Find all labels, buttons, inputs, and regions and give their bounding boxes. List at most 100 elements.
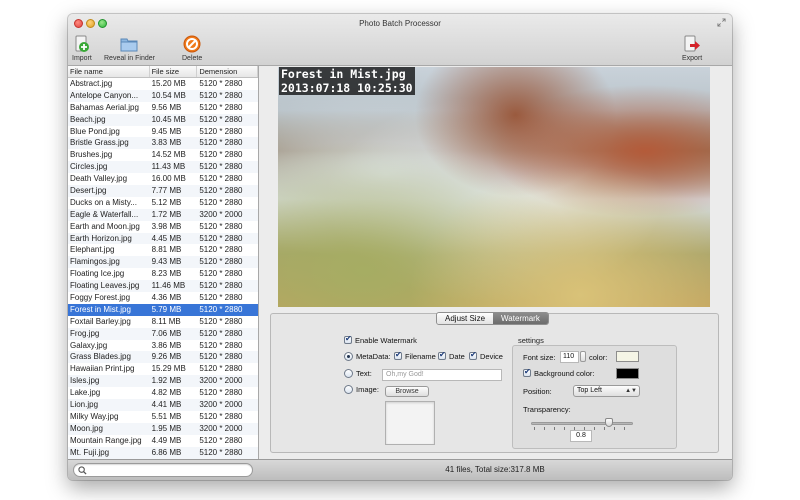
column-header-file-name[interactable]: File name [68,66,150,77]
position-popup[interactable]: Top Left ▲▼ [573,385,640,397]
position-label: Position: [523,387,552,396]
import-button[interactable]: Import [72,35,92,62]
table-row[interactable]: Death Valley.jpg 16.00 MB 5120 * 2880 [68,173,258,185]
dimension-cell: 5120 * 2880 [199,352,243,362]
slider-tick [564,427,565,430]
dimension-cell: 5120 * 2880 [199,138,243,148]
bottom-bar: 41 files, Total size:317.8 MB [68,459,732,480]
table-row[interactable]: Earth Horizon.jpg 4.45 MB 5120 * 2880 [68,232,258,245]
background-color-checkbox[interactable] [523,367,531,377]
table-row-selected[interactable]: Forest in Mist.jpg 5.79 MB 5120 * 2880 [68,303,258,316]
file-size-cell: 1.92 MB [151,376,182,386]
table-row[interactable]: Foggy Forest.jpg 4.36 MB 5120 * 2880 [68,292,258,304]
table-row[interactable]: Floating Ice.jpg 8.23 MB 5120 * 2880 [68,268,258,280]
delete-button[interactable]: Delete [182,35,202,62]
table-row[interactable]: Eagle & Waterfall... 1.72 MB 3200 * 2000 [68,208,258,221]
font-size-stepper[interactable] [580,351,586,362]
table-row[interactable]: Flamingos.jpg 9.43 MB 5120 * 2880 [68,256,258,269]
table-row[interactable]: Bristle Grass.jpg 3.83 MB 5120 * 2880 [68,137,258,150]
status-summary: 41 files, Total size:317.8 MB [445,465,545,474]
table-row[interactable]: Isles.jpg 1.92 MB 3200 * 2000 [68,375,258,388]
file-size-cell: 9.43 MB [151,257,182,267]
table-row[interactable]: Blue Pond.jpg 9.45 MB 5120 * 2880 [68,126,258,138]
date-checkbox[interactable] [438,350,446,360]
column-header-file-size[interactable]: File size [150,66,198,77]
table-row[interactable]: Ducks on a Misty... 5.12 MB 5120 * 2880 [68,197,258,209]
column-header-dimension[interactable]: Demension [197,66,258,77]
background-color-well[interactable] [616,368,639,379]
dimension-cell: 5120 * 2880 [199,186,243,196]
dimension-cell: 5120 * 2880 [199,114,243,124]
overlay-filename: Forest in Mist.jpg [281,67,406,81]
file-list: File name File size Demension Abstract.j… [68,66,259,459]
transparency-value[interactable]: 0.8 [570,430,592,442]
file-name-cell: Beach.jpg [70,114,106,124]
file-name-cell: Foxtail Barley.jpg [70,316,131,326]
filename-checkbox[interactable] [394,350,402,360]
dimension-cell: 5120 * 2880 [199,304,243,314]
table-row[interactable]: Foxtail Barley.jpg 8.11 MB 5120 * 2880 [68,316,258,328]
file-name-cell: Earth Horizon.jpg [70,233,132,243]
file-name-cell: Ducks on a Misty... [70,197,137,207]
file-name-cell: Earth and Moon.jpg [70,221,140,231]
transparency-slider-track[interactable] [531,422,633,425]
table-row[interactable]: Floating Leaves.jpg 11.46 MB 5120 * 2880 [68,280,258,293]
search-field[interactable] [73,463,253,477]
window-title: Photo Batch Processor [359,19,441,28]
table-row[interactable]: Mt. Fuji.jpg 6.86 MB 5120 * 2880 [68,446,258,459]
table-row[interactable]: Milky Way.jpg 5.51 MB 5120 * 2880 [68,411,258,423]
table-row[interactable]: Antelope Canyon... 10.54 MB 5120 * 2880 [68,89,258,102]
watermark-text-input[interactable]: Oh,my God! [382,369,502,381]
table-row[interactable]: Circles.jpg 11.43 MB 5120 * 2880 [68,161,258,174]
dimension-cell: 5120 * 2880 [199,293,243,303]
text-label: Text: [356,369,372,378]
file-name-cell: Bahamas Aerial.jpg [70,102,139,112]
image-well[interactable] [385,401,435,445]
text-radio[interactable] [344,369,353,378]
table-row[interactable]: Lake.jpg 4.82 MB 5120 * 2880 [68,387,258,399]
table-row[interactable]: Grass Blades.jpg 9.26 MB 5120 * 2880 [68,351,258,364]
enable-watermark-checkbox[interactable] [344,334,352,344]
table-row[interactable]: Moon.jpg 1.95 MB 3200 * 2000 [68,422,258,435]
reveal-in-finder-button[interactable]: Reveal in Finder [104,35,155,62]
font-color-well[interactable] [616,351,639,362]
dimension-cell: 5120 * 2880 [199,126,243,136]
file-name-cell: Grass Blades.jpg [70,352,131,362]
table-row[interactable]: Bahamas Aerial.jpg 9.56 MB 5120 * 2880 [68,102,258,114]
file-size-cell: 9.56 MB [151,102,182,112]
file-name-cell: Blue Pond.jpg [70,126,120,136]
file-name-cell: Flamingos.jpg [70,257,120,267]
image-radio[interactable] [344,385,353,394]
table-row[interactable]: Elephant.jpg 8.81 MB 5120 * 2880 [68,244,258,256]
table-row[interactable]: Abstract.jpg 15.20 MB 5120 * 2880 [68,78,258,90]
table-row[interactable]: Beach.jpg 10.45 MB 5120 * 2880 [68,113,258,126]
fullscreen-icon[interactable] [717,18,726,27]
table-row[interactable]: Lion.jpg 4.41 MB 3200 * 2000 [68,399,258,411]
tab-adjust-size[interactable]: Adjust Size [437,313,494,324]
device-checkbox[interactable] [469,350,477,360]
file-size-cell: 1.72 MB [151,209,182,219]
browse-button[interactable]: Browse [385,386,429,397]
table-row[interactable]: Galaxy.jpg 3.86 MB 5120 * 2880 [68,340,258,352]
image-label: Image: [356,385,379,394]
dimension-cell: 5120 * 2880 [199,388,243,398]
dimension-cell: 5120 * 2880 [199,150,243,160]
file-name-cell: Circles.jpg [70,162,108,172]
dimension-cell: 5120 * 2880 [199,197,243,207]
metadata-radio[interactable] [344,352,353,361]
tab-watermark[interactable]: Watermark [493,313,548,324]
dimension-cell: 5120 * 2880 [199,328,243,338]
table-row[interactable]: Hawaiian Print.jpg 15.29 MB 5120 * 2880 [68,363,258,375]
dimension-cell: 3200 * 2000 [199,376,243,386]
dimension-cell: 5120 * 2880 [199,340,243,350]
dimension-cell: 3200 * 2000 [199,209,243,219]
table-row[interactable]: Desert.jpg 7.77 MB 5120 * 2880 [68,185,258,197]
file-name-cell: Lion.jpg [70,400,99,410]
table-row[interactable]: Frog.jpg 7.06 MB 5120 * 2880 [68,327,258,340]
font-size-input[interactable]: 110 [560,351,579,363]
table-row[interactable]: Brushes.jpg 14.52 MB 5120 * 2880 [68,149,258,161]
table-row[interactable]: Mountain Range.jpg 4.49 MB 5120 * 2880 [68,435,258,447]
table-row[interactable]: Earth and Moon.jpg 3.98 MB 5120 * 2880 [68,221,258,233]
font-size-label: Font size: [523,353,556,362]
export-button[interactable]: Export [682,35,702,62]
